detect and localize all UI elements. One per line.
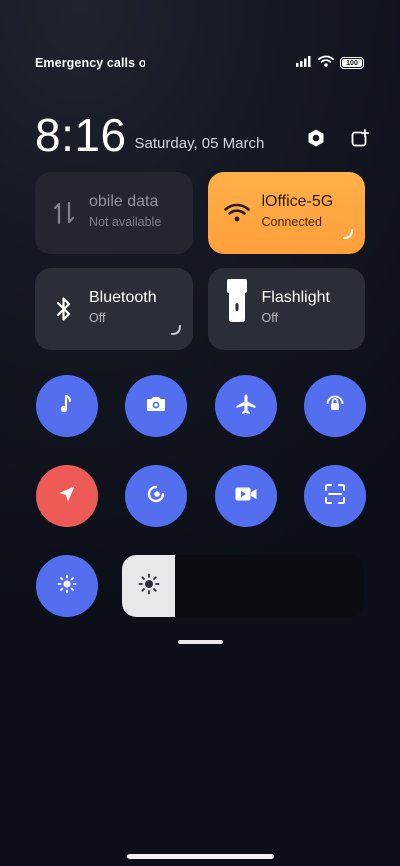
brightness-icon: [57, 574, 77, 599]
battery-icon: 100: [340, 57, 364, 69]
tile-title: Bluetooth: [89, 289, 157, 306]
tile-mobile-data[interactable]: obile data Not available: [35, 172, 193, 254]
location-icon: [57, 484, 77, 509]
home-indicator[interactable]: [127, 854, 274, 859]
clock-date: Saturday, 05 March: [134, 135, 265, 152]
expand-corner-icon[interactable]: [343, 226, 353, 244]
toggle-sound[interactable]: [36, 375, 98, 437]
expand-corner-icon[interactable]: [170, 322, 181, 340]
status-bar: Emergency calls o 100: [35, 52, 364, 74]
tile-title: lOffice-5G: [261, 193, 334, 210]
music-note-icon: [57, 393, 77, 420]
signal-icon: [296, 54, 312, 72]
toggle-screenshot[interactable]: [125, 375, 188, 437]
do-not-disturb-icon: [145, 483, 167, 510]
wifi-icon: [318, 54, 334, 72]
scan-icon: [324, 483, 346, 510]
toggle-do-not-disturb[interactable]: [125, 465, 188, 527]
carrier-status-text: Emergency calls o: [35, 56, 145, 70]
toggle-location[interactable]: [36, 465, 98, 527]
tile-subtitle: Off: [261, 311, 278, 326]
wifi-icon: [222, 198, 252, 228]
video-camera-icon: [234, 485, 258, 508]
tile-title: Flashlight: [261, 289, 330, 306]
tile-title: obile data: [89, 193, 159, 210]
battery-level: 100: [346, 59, 358, 67]
control-center-header: 8:16 Saturday, 05 March: [35, 108, 372, 158]
quick-tiles: obile data Not available lOffice-5G Conn…: [35, 172, 365, 364]
flashlight-icon: [222, 279, 252, 322]
airplane-icon: [235, 393, 257, 420]
bluetooth-icon: [49, 294, 79, 324]
quick-toggle-grid: [36, 375, 366, 555]
toggle-scanner[interactable]: [303, 465, 366, 527]
brightness-row: [36, 555, 366, 617]
brightness-slider[interactable]: [122, 555, 364, 617]
edit-icon[interactable]: [348, 126, 372, 150]
tile-subtitle: Connected: [261, 215, 322, 230]
sun-icon: [138, 573, 160, 600]
settings-hex-icon[interactable]: [304, 126, 328, 150]
tile-bluetooth[interactable]: Bluetooth Off: [35, 268, 193, 350]
tile-wifi[interactable]: lOffice-5G Connected: [207, 172, 365, 254]
tile-subtitle: Not available: [89, 215, 162, 230]
mobile-data-icon: [49, 198, 79, 228]
lock-rotation-icon: [324, 393, 346, 420]
toggle-rotation-lock[interactable]: [303, 375, 366, 437]
status-icons: 100: [296, 54, 364, 72]
clock-time: 8:16: [35, 109, 127, 161]
toggle-airplane[interactable]: [214, 375, 277, 437]
toggle-screen-recorder[interactable]: [214, 465, 277, 527]
toggle-auto-brightness[interactable]: [36, 555, 98, 617]
tile-flashlight[interactable]: Flashlight Off: [207, 268, 365, 350]
tile-subtitle: Off: [89, 311, 106, 326]
panel-drag-handle[interactable]: [178, 640, 223, 644]
brightness-slider-fill[interactable]: [122, 555, 176, 617]
camera-icon: [145, 395, 167, 418]
